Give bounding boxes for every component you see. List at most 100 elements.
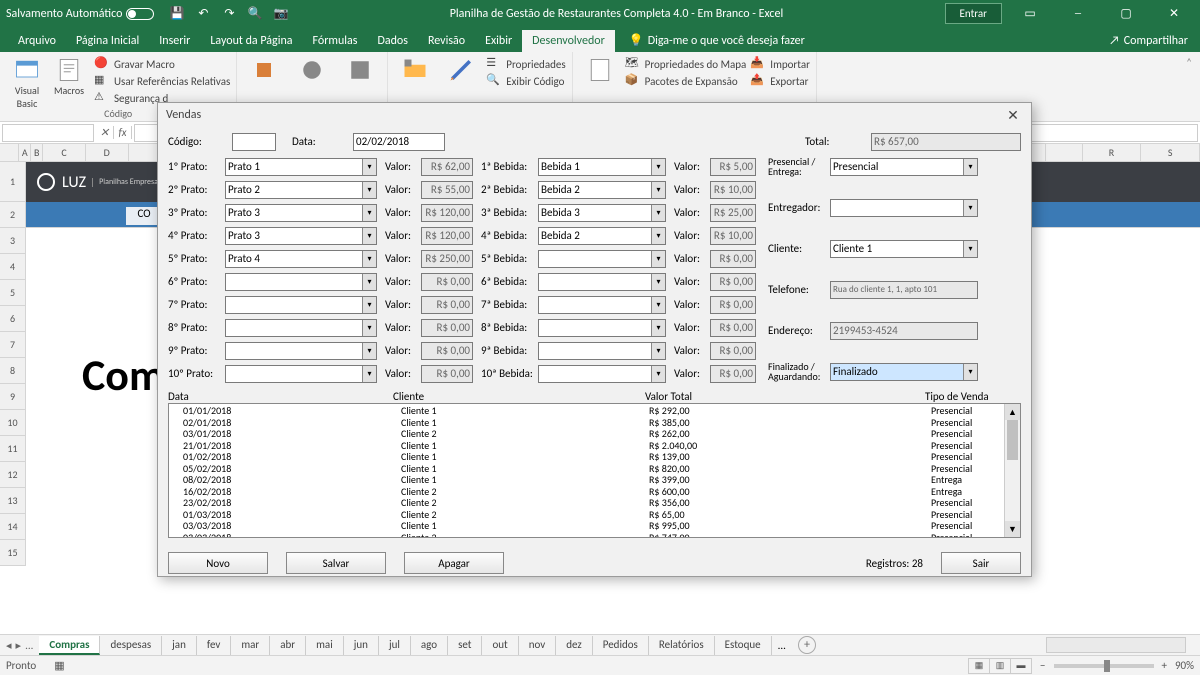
- chevron-down-icon[interactable]: ▾: [651, 320, 665, 336]
- listbox-scrollbar[interactable]: ▲ ▼: [1004, 404, 1020, 537]
- combo-input[interactable]: [538, 181, 666, 199]
- sheet-tab-jul[interactable]: jul: [379, 636, 411, 655]
- zoom-level[interactable]: 90%: [1175, 659, 1194, 672]
- name-box[interactable]: [2, 124, 94, 142]
- chevron-down-icon[interactable]: ▾: [651, 366, 665, 382]
- combo-input[interactable]: [225, 319, 377, 337]
- page-break-view-icon[interactable]: ▬: [1010, 658, 1032, 674]
- salvar-button[interactable]: Salvar: [286, 552, 386, 574]
- combo-input[interactable]: [538, 204, 666, 222]
- tab-fórmulas[interactable]: Fórmulas: [303, 30, 368, 52]
- zoom-in-icon[interactable]: +: [1162, 659, 1167, 672]
- row-header[interactable]: 6: [0, 306, 26, 332]
- sheet-tab-fev[interactable]: fev: [197, 636, 231, 655]
- combo-input[interactable]: [225, 273, 377, 291]
- chevron-down-icon[interactable]: ▾: [362, 205, 376, 221]
- combo-input[interactable]: [538, 158, 666, 176]
- tell-me-search[interactable]: 💡 Diga-me o que você deseja fazer: [621, 29, 813, 52]
- chevron-down-icon[interactable]: ▾: [362, 274, 376, 290]
- tab-nav-first-icon[interactable]: ◂: [6, 639, 12, 652]
- row-header[interactable]: 15: [0, 540, 26, 566]
- tab-exibir[interactable]: Exibir: [475, 30, 522, 52]
- row-header[interactable]: 1: [0, 162, 26, 202]
- redo-icon[interactable]: ↷: [222, 7, 236, 21]
- chevron-down-icon[interactable]: ▾: [963, 159, 977, 175]
- record-macro-button[interactable]: 🔴Gravar Macro: [94, 56, 230, 72]
- sair-button[interactable]: Sair: [941, 552, 1021, 574]
- novo-button[interactable]: Novo: [168, 552, 268, 574]
- tab-inserir[interactable]: Inserir: [149, 30, 200, 52]
- combo-input[interactable]: [538, 319, 666, 337]
- page-layout-view-icon[interactable]: ▥: [989, 658, 1011, 674]
- dialog-close-icon[interactable]: ✕: [1003, 107, 1023, 124]
- chevron-down-icon[interactable]: ▾: [651, 159, 665, 175]
- col-header[interactable]: S: [1141, 144, 1200, 161]
- chevron-down-icon[interactable]: ▾: [362, 251, 376, 267]
- chevron-down-icon[interactable]: ▾: [362, 366, 376, 382]
- chevron-down-icon[interactable]: ▾: [362, 297, 376, 313]
- zoom-out-icon[interactable]: −: [1040, 659, 1045, 672]
- col-header[interactable]: [0, 144, 19, 161]
- combo-input[interactable]: [538, 227, 666, 245]
- entregador-select[interactable]: [830, 199, 978, 217]
- tab-arquivo[interactable]: Arquivo: [8, 30, 66, 52]
- sheet-tab-abr[interactable]: abr: [270, 636, 306, 655]
- normal-view-icon[interactable]: ▦: [968, 658, 990, 674]
- row-header[interactable]: 12: [0, 462, 26, 488]
- cliente-select[interactable]: [830, 240, 978, 258]
- row-header[interactable]: 8: [0, 358, 26, 384]
- sales-listbox[interactable]: 01/01/2018Cliente 1R$ 292,00Presencial02…: [168, 403, 1021, 538]
- combo-input[interactable]: [538, 365, 666, 383]
- chevron-down-icon[interactable]: ▾: [651, 343, 665, 359]
- sheet-tab-ago[interactable]: ago: [411, 636, 448, 655]
- row-header[interactable]: 14: [0, 514, 26, 540]
- combo-input[interactable]: [225, 204, 377, 222]
- combo-input[interactable]: [225, 181, 377, 199]
- sheet-tab-relatórios[interactable]: Relatórios: [649, 636, 715, 655]
- combo-input[interactable]: [225, 296, 377, 314]
- row-header[interactable]: 7: [0, 332, 26, 358]
- chevron-down-icon[interactable]: ▾: [963, 364, 977, 380]
- tab-layout-da-página[interactable]: Layout da Página: [200, 30, 302, 52]
- chevron-down-icon[interactable]: ▾: [362, 343, 376, 359]
- list-row[interactable]: 03/03/2018Cliente 2R$ 747,00Presencial: [183, 532, 1020, 539]
- combo-input[interactable]: [538, 273, 666, 291]
- sheet-tab-mar[interactable]: mar: [231, 636, 270, 655]
- chevron-down-icon[interactable]: ▾: [362, 159, 376, 175]
- sheet-tab-mai[interactable]: mai: [306, 636, 344, 655]
- sheet-tab-out[interactable]: out: [482, 636, 518, 655]
- chevron-down-icon[interactable]: ▾: [362, 320, 376, 336]
- undo-icon[interactable]: ↶: [196, 7, 210, 21]
- view-code-button[interactable]: 🔍Exibir Código: [486, 73, 565, 89]
- add-sheet-icon[interactable]: +: [798, 636, 816, 654]
- row-header[interactable]: 4: [0, 254, 26, 280]
- sheet-tab-dez[interactable]: dez: [556, 636, 593, 655]
- tab-nav-prev-icon[interactable]: ▸: [16, 639, 22, 652]
- close-icon[interactable]: ✕: [1154, 6, 1194, 21]
- col-header[interactable]: [1046, 144, 1083, 161]
- ribbon-options-icon[interactable]: ▭: [1010, 6, 1050, 21]
- export-button[interactable]: 📤Exportar: [750, 73, 810, 89]
- share-button[interactable]: ↗ Compartilhar: [1097, 30, 1200, 52]
- chevron-down-icon[interactable]: ▾: [651, 228, 665, 244]
- finalizado-select[interactable]: [830, 363, 978, 381]
- col-header[interactable]: C: [43, 144, 86, 161]
- chevron-down-icon[interactable]: ▾: [362, 228, 376, 244]
- presencial-select[interactable]: [830, 158, 978, 176]
- fx-icon[interactable]: fx: [114, 126, 132, 139]
- sheet-tab-jan[interactable]: jan: [162, 636, 197, 655]
- autosave-toggle[interactable]: Salvamento Automático: [6, 7, 154, 21]
- sheet-tab-pedidos[interactable]: Pedidos: [593, 636, 649, 655]
- row-header[interactable]: 10: [0, 410, 26, 436]
- row-header[interactable]: 11: [0, 436, 26, 462]
- chevron-down-icon[interactable]: ▾: [651, 251, 665, 267]
- tab-dados[interactable]: Dados: [367, 30, 417, 52]
- row-header[interactable]: 9: [0, 384, 26, 410]
- row-header[interactable]: 13: [0, 488, 26, 514]
- combo-input[interactable]: [225, 227, 377, 245]
- tab-página-inicial[interactable]: Página Inicial: [66, 30, 149, 52]
- chevron-down-icon[interactable]: ▾: [362, 182, 376, 198]
- scroll-thumb[interactable]: [1007, 420, 1018, 460]
- collapse-ribbon-icon[interactable]: ˄: [1178, 52, 1200, 121]
- data-input[interactable]: [353, 133, 445, 151]
